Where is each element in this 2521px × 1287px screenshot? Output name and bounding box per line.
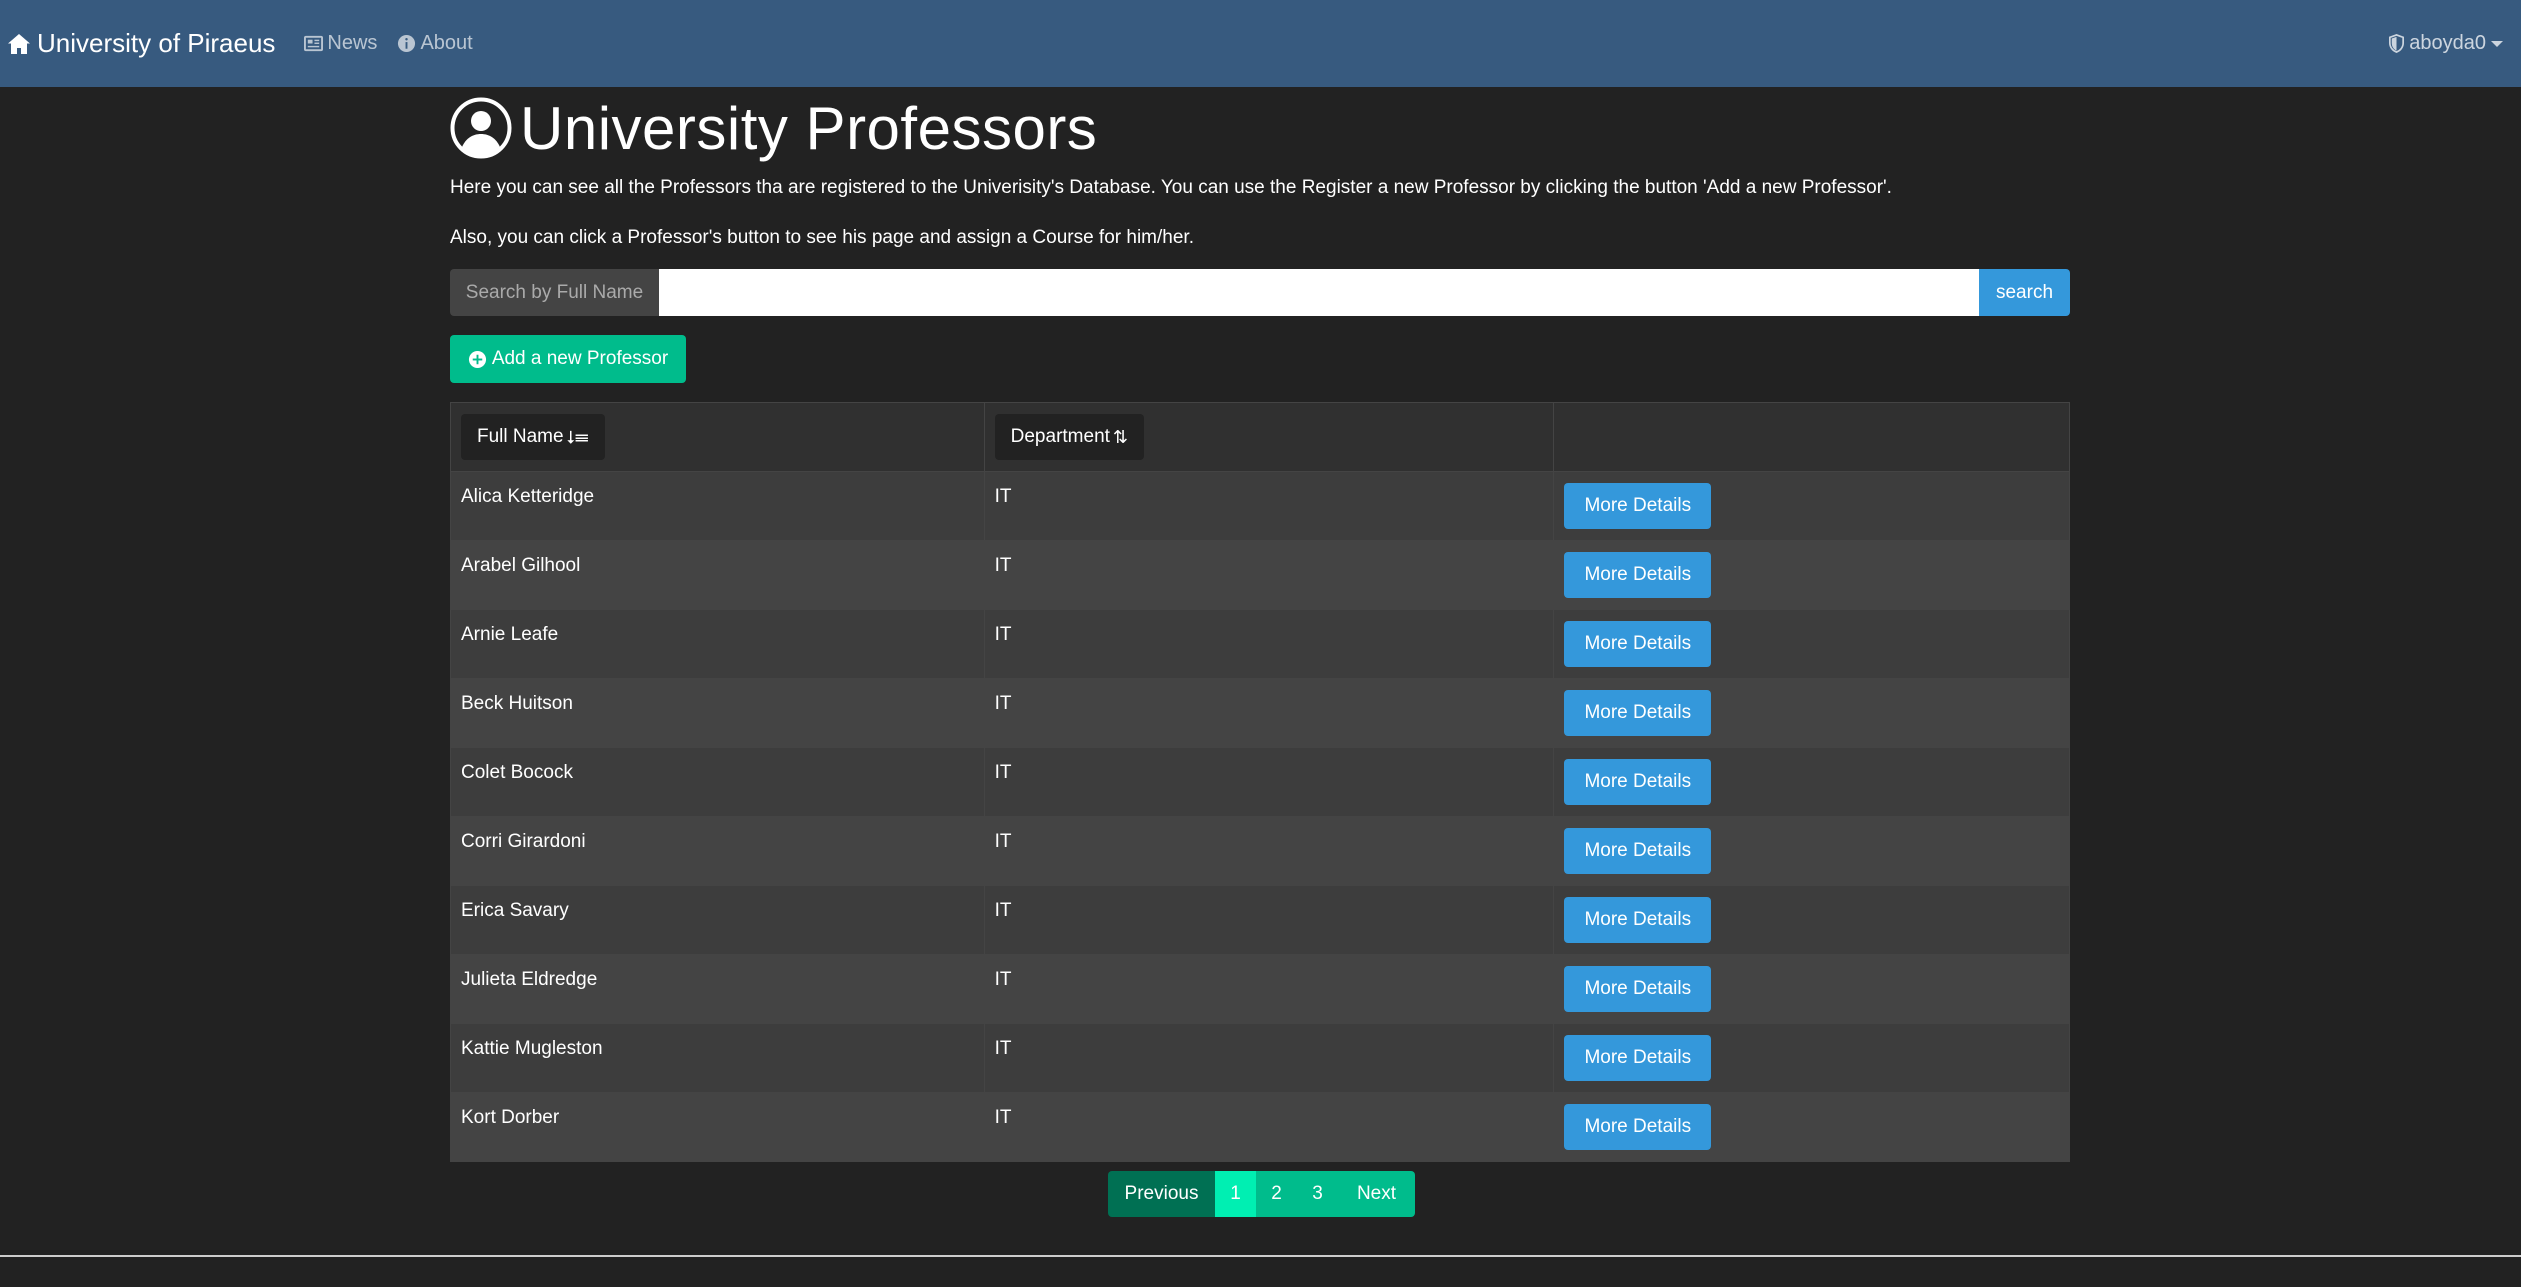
actions-cell: More Details [1553, 1023, 2070, 1093]
page-title: University Professors [520, 94, 1098, 162]
more-details-button[interactable]: More Details [1564, 621, 1712, 667]
professor-name: Beck Huitson [450, 678, 985, 748]
add-professor-button[interactable]: Add a new Professor [450, 335, 686, 383]
info-icon [398, 34, 416, 53]
brand-link[interactable]: University of Piraeus [7, 28, 275, 59]
add-professor-label: Add a new Professor [491, 348, 669, 369]
search-group: Search by Full Name search [450, 269, 2070, 316]
professor-name: Arnie Leafe [450, 609, 985, 679]
professor-name: Julieta Eldredge [450, 954, 985, 1024]
user-circle-icon [450, 97, 512, 159]
professor-name: Kort Dorber [450, 1092, 985, 1162]
caret-down-icon [2491, 40, 2503, 47]
plus-circle-icon [468, 350, 486, 368]
search-button[interactable]: search [1979, 269, 2070, 316]
table-row: Kattie Mugleston IT More Details [450, 1023, 2070, 1093]
actions-cell: More Details [1553, 747, 2070, 817]
table-row: Julieta Eldredge IT More Details [450, 954, 2070, 1024]
actions-cell: More Details [1553, 816, 2070, 886]
more-details-button[interactable]: More Details [1564, 552, 1712, 598]
sort-full-name-button[interactable]: Full Name ⭣☰ [461, 414, 605, 460]
more-details-button[interactable]: More Details [1564, 1035, 1712, 1081]
actions-cell: More Details [1553, 609, 2070, 679]
professor-department: IT [983, 678, 1555, 748]
table-row: Alica Ketteridge IT More Details [450, 471, 2070, 541]
sort-alpha-icon: ⭣☰ [566, 426, 589, 447]
pagination-page-1[interactable]: 1 [1215, 1171, 1256, 1217]
top-navbar: University of Piraeus News About aboyda0 [0, 0, 2521, 87]
professor-name: Colet Bocock [450, 747, 985, 817]
sort-department-label: Department [1010, 426, 1110, 447]
actions-cell: More Details [1553, 471, 2070, 541]
professor-department: IT [983, 540, 1555, 610]
actions-cell: More Details [1553, 540, 2070, 610]
actions-cell: More Details [1553, 954, 2070, 1024]
header-department: Department ⇅ [983, 402, 1555, 472]
user-name: aboyda0 [2409, 32, 2486, 54]
actions-cell: More Details [1553, 1092, 2070, 1162]
table-row: Arabel Gilhool IT More Details [450, 540, 2070, 610]
table-header-row: Full Name ⭣☰ Department ⇅ [450, 402, 2070, 472]
title-row: University Professors [450, 92, 2070, 164]
more-details-button[interactable]: More Details [1564, 897, 1712, 943]
professor-department: IT [983, 1092, 1555, 1162]
brand-label: University of Piraeus [37, 28, 276, 58]
table-row: Colet Bocock IT More Details [450, 747, 2070, 817]
more-details-button[interactable]: More Details [1564, 1104, 1712, 1150]
pagination: Previous 1 2 3 Next [1108, 1171, 1415, 1217]
table-row: Kort Dorber IT More Details [450, 1092, 2070, 1162]
nav-news[interactable]: News [304, 32, 377, 55]
more-details-button[interactable]: More Details [1564, 483, 1712, 529]
professor-name: Arabel Gilhool [450, 540, 985, 610]
search-label: Search by Full Name [450, 269, 659, 316]
professor-name: Corri Girardoni [450, 816, 985, 886]
pagination-page-3[interactable]: 3 [1297, 1171, 1338, 1217]
table-row: Beck Huitson IT More Details [450, 678, 2070, 748]
professor-department: IT [983, 816, 1555, 886]
nav-news-label: News [327, 32, 378, 54]
home-icon [8, 33, 30, 54]
search-input[interactable] [659, 269, 1979, 316]
footer-divider [0, 1255, 2521, 1257]
page-description: Here you can see all the Professors tha … [450, 177, 1892, 198]
professor-department: IT [983, 954, 1555, 1024]
professors-table: Full Name ⭣☰ Department ⇅ Alica Ketterid… [450, 402, 2070, 1162]
actions-cell: More Details [1553, 885, 2070, 955]
nav-about-label: About [420, 32, 473, 54]
professor-department: IT [983, 1023, 1555, 1093]
professor-name: Alica Ketteridge [450, 471, 985, 541]
professor-department: IT [983, 609, 1555, 679]
pagination-page-2[interactable]: 2 [1256, 1171, 1297, 1217]
professor-department: IT [983, 747, 1555, 817]
actions-cell: More Details [1553, 678, 2070, 748]
professor-department: IT [983, 885, 1555, 955]
sort-arrows-icon: ⇅ [1112, 426, 1129, 447]
professor-department: IT [983, 471, 1555, 541]
page-instructions: Also, you can click a Professor's button… [450, 227, 1194, 248]
more-details-button[interactable]: More Details [1564, 966, 1712, 1012]
main-content: University Professors Here you can see a… [450, 87, 2070, 1217]
more-details-button[interactable]: More Details [1564, 828, 1712, 874]
header-full-name: Full Name ⭣☰ [450, 402, 985, 472]
nav-about[interactable]: About [397, 32, 473, 55]
pagination-previous[interactable]: Previous [1108, 1171, 1215, 1217]
table-row: Arnie Leafe IT More Details [450, 609, 2070, 679]
table-row: Erica Savary IT More Details [450, 885, 2070, 955]
shield-icon [2389, 34, 2405, 53]
newspaper-icon [304, 35, 324, 52]
sort-department-button[interactable]: Department ⇅ [994, 414, 1145, 460]
pagination-next[interactable]: Next [1338, 1171, 1415, 1217]
sort-full-name-label: Full Name [477, 426, 564, 447]
table-row: Corri Girardoni IT More Details [450, 816, 2070, 886]
professor-name: Kattie Mugleston [450, 1023, 985, 1093]
header-actions [1553, 402, 2070, 472]
more-details-button[interactable]: More Details [1564, 690, 1712, 736]
more-details-button[interactable]: More Details [1564, 759, 1712, 805]
user-dropdown[interactable]: aboyda0 [2388, 0, 2503, 87]
professor-name: Erica Savary [450, 885, 985, 955]
